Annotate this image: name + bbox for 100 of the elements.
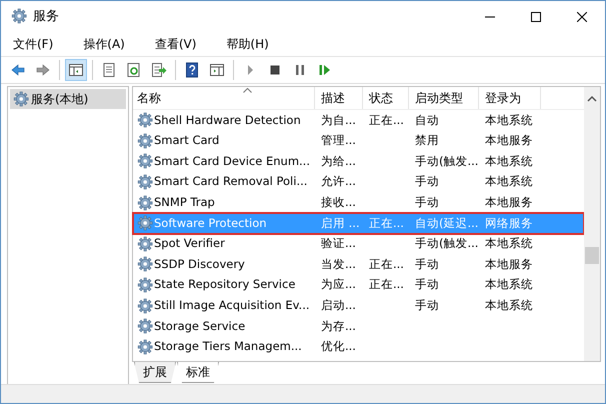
table-cell: 手动 <box>415 298 439 312</box>
scrollbar-thumb[interactable] <box>585 247 599 264</box>
menu-item[interactable]: 查看(V) <box>150 35 200 53</box>
table-cell: 自动 <box>415 112 439 127</box>
table-cell-text: SSDP Discovery <box>154 256 245 273</box>
menu-item[interactable]: 操作(A) <box>79 35 129 53</box>
properties-icon <box>101 62 117 78</box>
service-row[interactable]: Smart Card Device Enum... 为给... 手动(触发... 本地系统 <box>133 151 584 172</box>
table-cell: 接收... <box>321 195 356 210</box>
column-header[interactable]: 登录为 <box>479 87 541 109</box>
refresh-icon <box>126 62 142 78</box>
table-cell: 正在... <box>369 277 404 292</box>
table-cell: 当发... <box>321 256 356 271</box>
service-row[interactable]: Smart Card Removal Poli... 允许... 手动 本地系统 <box>133 172 584 192</box>
table-cell: SNMP Trap <box>154 194 215 212</box>
service-row[interactable]: Spot Verifier 验证... 手动(触发... 本地系统 <box>133 234 584 254</box>
export-icon <box>151 62 167 78</box>
service-row[interactable]: Storage Service 为存... <box>133 316 584 337</box>
table-cell: 网络服务 <box>485 216 533 230</box>
table-cell: 本地系统 <box>485 112 533 127</box>
table-cell: 手动(触发... <box>415 236 478 250</box>
service-row[interactable]: Storage Tiers Managem... 优化... <box>133 336 584 358</box>
service-row[interactable]: Shell Hardware Detection 为自... 正在... 自动 本地系统 <box>133 110 584 131</box>
service-icon <box>137 174 153 190</box>
table-cell: 为给... <box>321 154 356 168</box>
close-icon <box>577 12 587 22</box>
table-cell: 启用 ... <box>321 216 360 230</box>
sort-caret-icon <box>243 88 252 93</box>
table-cell: 为应... <box>321 277 356 292</box>
table-cell: Storage Tiers Managem... <box>154 338 302 356</box>
table-cell-text: Smart Card Device Enum... <box>154 152 310 170</box>
table-cell: 验证... <box>321 236 356 250</box>
window-title: 服务 <box>33 8 59 26</box>
help-icon <box>184 62 200 78</box>
table-cell: Storage Service <box>154 318 246 335</box>
table-cell: 本地系统 <box>485 298 533 312</box>
table-cell: 本地服务 <box>485 195 533 210</box>
table-cell: 本地服务 <box>485 256 533 271</box>
view-tab[interactable]: 标准 <box>177 362 219 383</box>
table-cell: 手动(触发... <box>415 154 478 168</box>
table-cell: 正在... <box>369 216 404 230</box>
forward-icon <box>35 62 51 78</box>
tree-item[interactable]: 服务(本地) <box>10 89 126 109</box>
service-icon <box>137 318 153 334</box>
service-icon <box>137 112 153 128</box>
table-cell: 本地系统 <box>485 236 533 250</box>
service-icon <box>137 236 153 252</box>
gears-icon <box>13 91 29 107</box>
table-cell: 正在... <box>369 112 404 127</box>
table-cell: 为存... <box>321 318 356 333</box>
service-row[interactable]: State Repository Service 为应... 正在... 手动 本地系统 <box>133 274 584 296</box>
service-row[interactable]: SSDP Discovery 当发... 正在... 手动 本地服务 <box>133 254 584 275</box>
service-icon <box>137 277 153 294</box>
table-cell: 禁用 <box>415 133 439 148</box>
view-tab[interactable]: 扩展 <box>134 362 176 383</box>
table-cell: 优化... <box>321 339 356 354</box>
table-cell-text: Smart Card <box>154 132 220 150</box>
service-icon <box>137 132 153 149</box>
service-icon <box>137 153 153 170</box>
scroll-up-icon[interactable] <box>587 95 597 102</box>
service-icon <box>137 194 153 211</box>
service-row[interactable]: Smart Card 管理... 禁用 本地服务 <box>133 130 584 152</box>
column-header[interactable]: 描述 <box>315 87 363 109</box>
maximize-icon <box>531 12 541 22</box>
gears-icon <box>11 8 27 24</box>
service-row[interactable]: SNMP Trap 接收... 手动 本地服务 <box>133 192 584 213</box>
back-icon <box>10 62 26 78</box>
table-cell: Still Image Acquisition Ev... <box>154 297 310 314</box>
service-icon <box>137 215 153 232</box>
table-cell: 允许... <box>321 174 356 188</box>
column-header[interactable]: 状态 <box>363 87 409 109</box>
table-cell: 本地系统 <box>485 154 533 168</box>
console-tree-button[interactable] <box>65 59 87 81</box>
table-cell: 手动 <box>415 195 439 210</box>
table-cell: 本地系统 <box>485 174 533 188</box>
service-icon <box>137 338 153 355</box>
service-icon <box>137 256 153 272</box>
table-cell: 管理... <box>321 133 356 148</box>
service-icon <box>137 298 153 314</box>
table-cell: 为自... <box>321 112 356 127</box>
table-cell: Spot Verifier <box>154 235 225 252</box>
table-cell: 手动 <box>415 256 439 271</box>
menu-item[interactable]: 帮助(H) <box>222 35 273 53</box>
table-cell-text: State Repository Service <box>154 276 296 294</box>
table-cell: 本地系统 <box>485 277 533 292</box>
action-pane-icon <box>209 62 225 78</box>
table-cell: 手动 <box>415 277 439 292</box>
table-cell: 本地服务 <box>485 133 533 148</box>
column-header[interactable]: 名称 <box>133 87 315 109</box>
table-cell: Software Protection <box>154 214 267 232</box>
table-cell: 自动(延迟... <box>415 216 478 230</box>
service-row[interactable]: Still Image Acquisition Ev... 启动... 手动 本地系统 <box>133 295 584 316</box>
column-header[interactable]: 启动类型 <box>409 87 479 109</box>
scrollbar[interactable] <box>584 87 600 361</box>
table-cell: 正在... <box>369 256 404 271</box>
console-tree-icon <box>68 62 84 78</box>
table-cell: Shell Hardware Detection <box>154 112 301 129</box>
menu-item[interactable]: 文件(F) <box>9 35 58 53</box>
table-cell: 启动... <box>321 298 356 312</box>
table-cell: 手动 <box>415 174 439 188</box>
